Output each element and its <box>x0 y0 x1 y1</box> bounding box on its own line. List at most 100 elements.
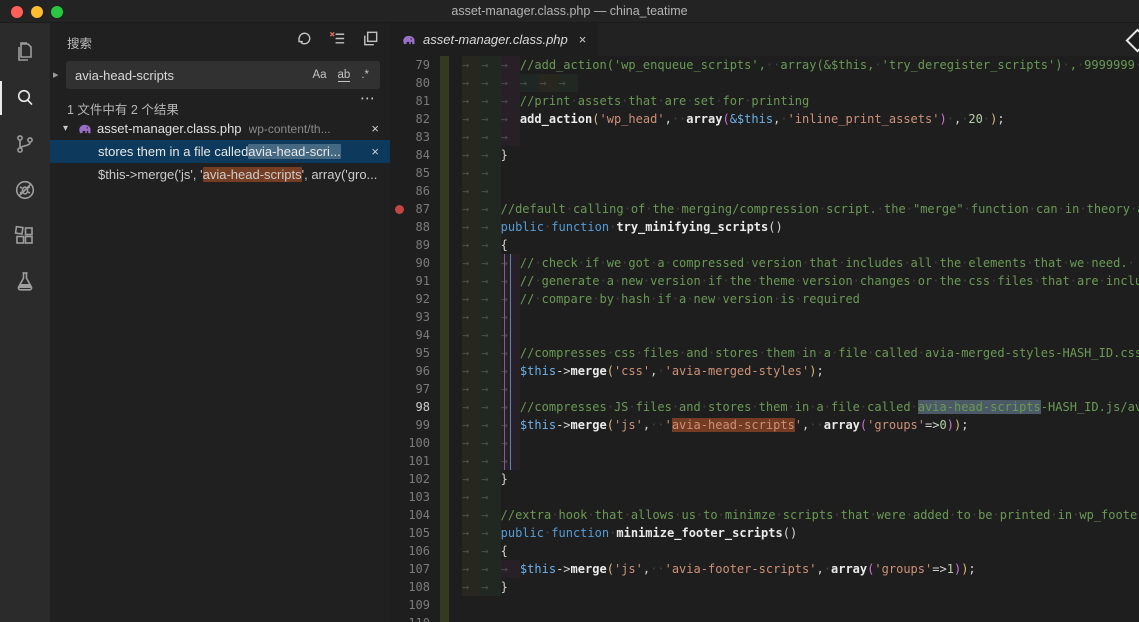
line-number[interactable]: 96 <box>390 362 440 380</box>
line-number[interactable]: 100 <box>390 434 440 452</box>
line-number[interactable]: 108 <box>390 578 440 596</box>
toggle-replace-chevron-icon[interactable]: ▸ <box>53 68 59 81</box>
run-debug-icon[interactable] <box>0 167 50 213</box>
search-input[interactable] <box>66 68 312 83</box>
code-line-content: →→{ <box>440 542 1139 560</box>
line-number[interactable]: 97 <box>390 380 440 398</box>
line-number[interactable]: 87 <box>390 200 440 218</box>
dismiss-result-icon[interactable]: × <box>371 144 379 159</box>
code-line[interactable]: 102→→} <box>390 470 1139 488</box>
code-line[interactable]: 106→→{ <box>390 542 1139 560</box>
code-line[interactable]: 95→→→//compresses·css·files·and·stores·t… <box>390 344 1139 362</box>
search-icon[interactable] <box>0 75 50 121</box>
collapse-all-icon[interactable] <box>361 29 380 53</box>
code-line[interactable]: 100→→→ <box>390 434 1139 452</box>
close-tab-icon[interactable]: × <box>579 32 587 47</box>
match-case-toggle[interactable]: Aa <box>312 69 326 81</box>
tab-asset-manager[interactable]: asset-manager.class.php × <box>390 23 597 56</box>
breakpoint-icon[interactable] <box>395 205 404 214</box>
line-number[interactable]: 85 <box>390 164 440 182</box>
line-number[interactable]: 105 <box>390 524 440 542</box>
code-line[interactable]: 84→→} <box>390 146 1139 164</box>
indent-guide-active <box>510 380 511 398</box>
line-number[interactable]: 86 <box>390 182 440 200</box>
indent-guide <box>504 362 505 380</box>
code-line[interactable]: 92→→→//·compare·by·hash·if·a·new·version… <box>390 290 1139 308</box>
search-box[interactable]: Aa ab .* <box>66 61 380 89</box>
line-number[interactable]: 99 <box>390 416 440 434</box>
line-number[interactable]: 104 <box>390 506 440 524</box>
explorer-icon[interactable] <box>0 29 50 75</box>
code-line[interactable]: 91→→→//·generate·a·new·version·if·the·th… <box>390 272 1139 290</box>
code-line[interactable]: 88→→public·function·try_minifying_script… <box>390 218 1139 236</box>
code-line[interactable]: 98→→→//compresses·JS·files·and·stores·th… <box>390 398 1139 416</box>
line-number[interactable]: 90 <box>390 254 440 272</box>
code-line[interactable]: 79→→→//add_action('wp_enqueue_scripts',·… <box>390 56 1139 74</box>
code-line[interactable]: 103→→ <box>390 488 1139 506</box>
search-result-item[interactable]: stores them in a file called avia-head-s… <box>50 140 390 163</box>
code-line[interactable]: 87→→//default·calling·of·the·merging/com… <box>390 200 1139 218</box>
line-number[interactable]: 106 <box>390 542 440 560</box>
line-number[interactable]: 93 <box>390 308 440 326</box>
code-line[interactable]: 107→→→$this->merge('js',··'avia-footer-s… <box>390 560 1139 578</box>
code-line[interactable]: 99→→→$this->merge('js',··'avia-head-scri… <box>390 416 1139 434</box>
code-line[interactable]: 86→→ <box>390 182 1139 200</box>
line-number[interactable]: 81 <box>390 92 440 110</box>
dismiss-file-icon[interactable]: × <box>371 121 379 136</box>
code-line[interactable]: 90→→→//·check·if·we·got·a·compressed·ver… <box>390 254 1139 272</box>
code-line-content: →→→$this->merge('css',·'avia-merged-styl… <box>440 362 1139 380</box>
code-line[interactable]: 94→→→ <box>390 326 1139 344</box>
line-number[interactable]: 80 <box>390 74 440 92</box>
line-number[interactable]: 101 <box>390 452 440 470</box>
testing-beaker-icon[interactable] <box>0 259 50 305</box>
source-control-icon[interactable] <box>0 121 50 167</box>
code-line[interactable]: 97→→→ <box>390 380 1139 398</box>
line-number[interactable]: 91 <box>390 272 440 290</box>
line-number[interactable]: 79 <box>390 56 440 74</box>
line-number[interactable]: 88 <box>390 218 440 236</box>
extensions-icon[interactable] <box>0 213 50 259</box>
code-line[interactable]: 96→→→$this->merge('css',·'avia-merged-st… <box>390 362 1139 380</box>
code-line[interactable]: 81→→→//print·assets·that·are·set·for·pri… <box>390 92 1139 110</box>
clear-search-results-icon[interactable] <box>328 29 347 53</box>
line-number[interactable]: 98 <box>390 398 440 416</box>
line-number[interactable]: 110 <box>390 614 440 622</box>
code-line[interactable]: 82→→→add_action('wp_head',··array(&$this… <box>390 110 1139 128</box>
indent-guide-active <box>510 272 511 290</box>
search-result-item[interactable]: $this->merge('js', 'avia-head-scripts', … <box>50 163 390 186</box>
line-number[interactable]: 82 <box>390 110 440 128</box>
code-line[interactable]: 93→→→ <box>390 308 1139 326</box>
editor-action-icon[interactable] <box>1125 28 1139 52</box>
code-line[interactable]: 89→→{ <box>390 236 1139 254</box>
expand-twist-icon[interactable]: ▾ <box>63 123 77 134</box>
result-text: $this->merge('js', ' <box>98 167 203 182</box>
code-line[interactable]: 109 <box>390 596 1139 614</box>
line-number[interactable]: 89 <box>390 236 440 254</box>
result-file-name: asset-manager.class.php <box>97 121 242 136</box>
line-number[interactable]: 92 <box>390 290 440 308</box>
line-number[interactable]: 107 <box>390 560 440 578</box>
line-number[interactable]: 83 <box>390 128 440 146</box>
line-number[interactable]: 109 <box>390 596 440 614</box>
regex-toggle[interactable]: .* <box>361 69 369 81</box>
search-panel-title: 搜索 <box>67 33 92 52</box>
code-line[interactable]: 80→→→→→→ <box>390 74 1139 92</box>
line-number[interactable]: 102 <box>390 470 440 488</box>
code-line[interactable]: 110 <box>390 614 1139 622</box>
line-number[interactable]: 103 <box>390 488 440 506</box>
indent-guide <box>504 452 505 470</box>
code-line[interactable]: 101→→→ <box>390 452 1139 470</box>
code-line[interactable]: 85→→ <box>390 164 1139 182</box>
code-line[interactable]: 108→→} <box>390 578 1139 596</box>
line-number[interactable]: 94 <box>390 326 440 344</box>
code-line[interactable]: 105→→public·function·minimize_footer_scr… <box>390 524 1139 542</box>
code-line[interactable]: 83→→→ <box>390 128 1139 146</box>
line-number[interactable]: 95 <box>390 344 440 362</box>
refresh-icon[interactable] <box>295 29 314 53</box>
toggle-search-details[interactable]: ⋯ <box>360 89 376 107</box>
code-line[interactable]: 104→→//extra·hook·that·allows·us·to·mini… <box>390 506 1139 524</box>
line-number[interactable]: 84 <box>390 146 440 164</box>
code-area[interactable]: 79→→→//add_action('wp_enqueue_scripts',·… <box>390 56 1139 622</box>
whole-word-toggle[interactable]: ab <box>338 69 351 82</box>
result-file-row[interactable]: ▾ asset-manager.class.php wp-content/th.… <box>50 117 390 140</box>
